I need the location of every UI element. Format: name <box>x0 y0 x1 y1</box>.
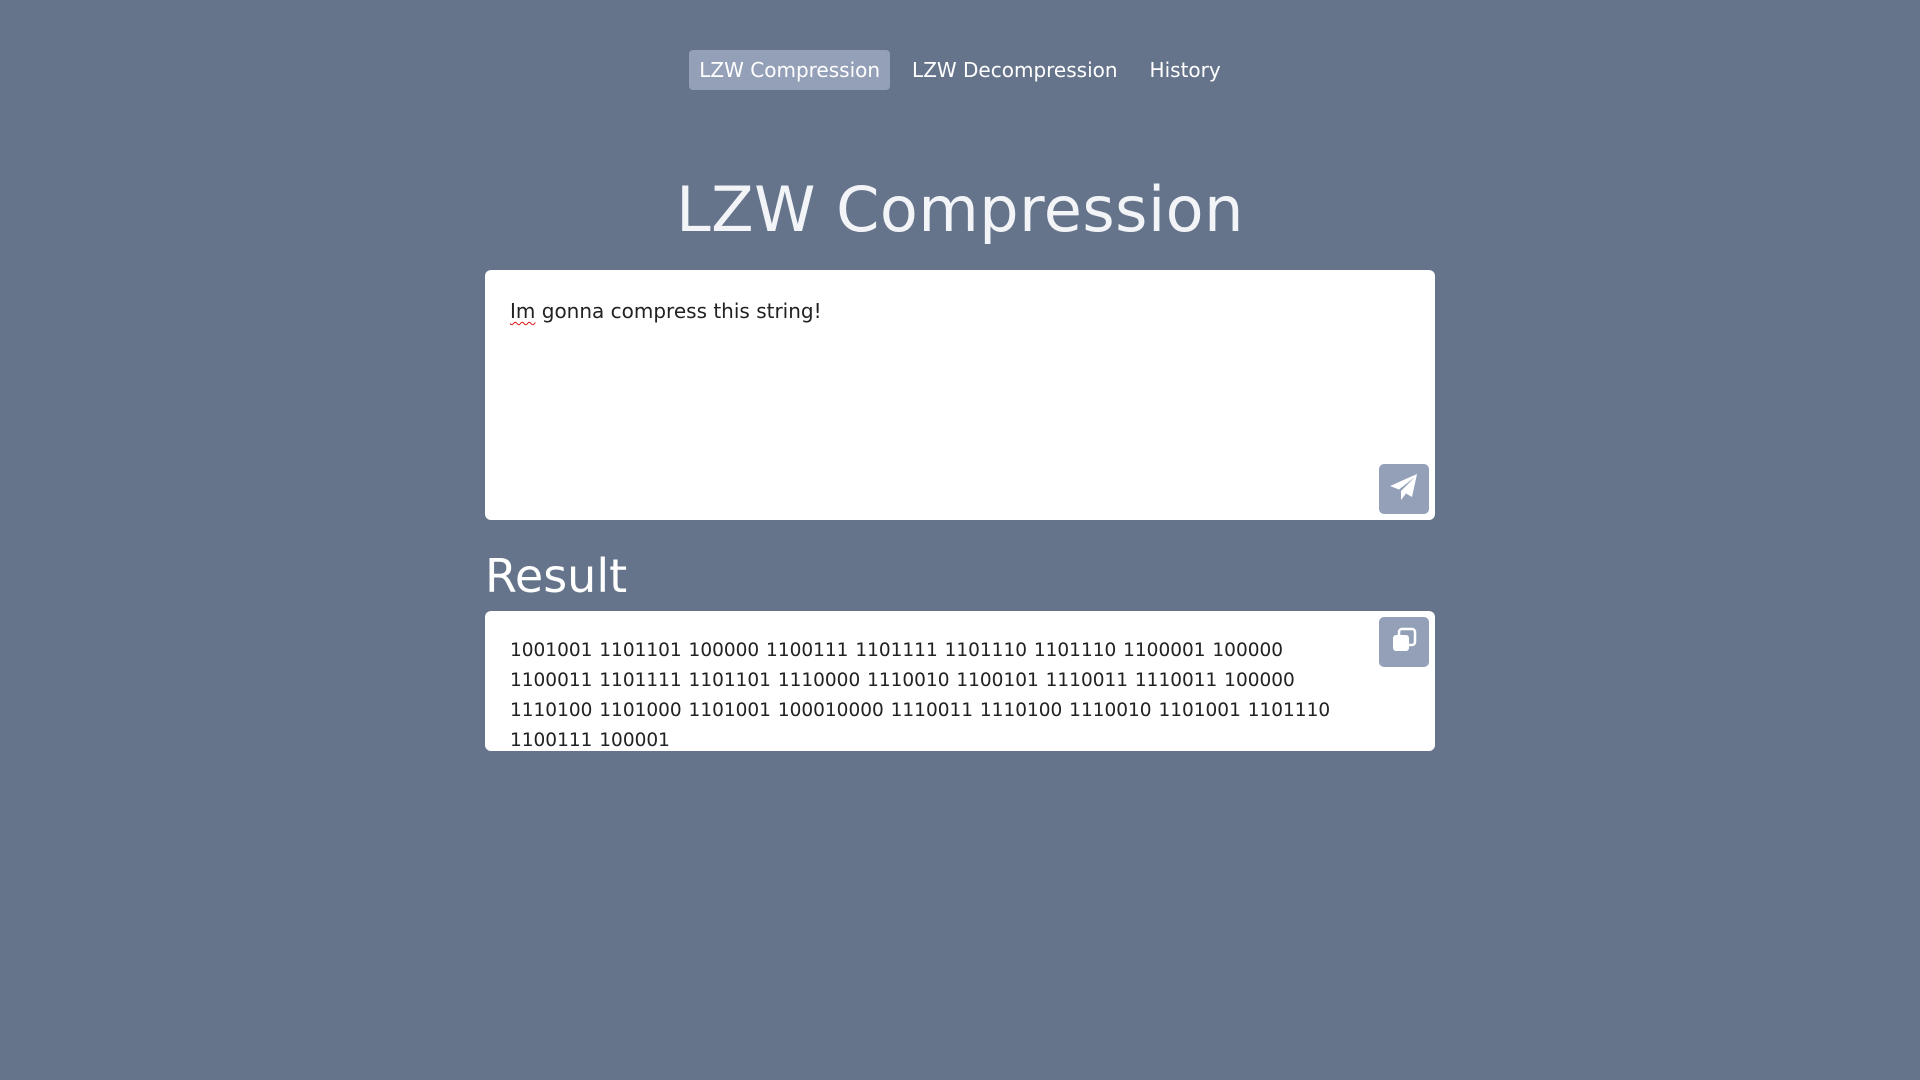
copy-icon <box>1390 626 1418 658</box>
page-title: LZW Compression <box>676 173 1244 246</box>
result-text: 1001001 1101101 100000 1100111 1101111 1… <box>510 640 1331 751</box>
misspelled-word: Im <box>510 299 536 323</box>
copy-button[interactable] <box>1379 617 1429 667</box>
nav-history[interactable]: History <box>1140 50 1231 90</box>
top-nav: LZW Compression LZW Decompression Histor… <box>0 50 1920 90</box>
nav-lzw-compression[interactable]: LZW Compression <box>689 50 891 90</box>
input-textarea[interactable]: Im gonna compress this string! <box>485 270 1435 520</box>
nav-lzw-decompression[interactable]: LZW Decompression <box>902 50 1128 90</box>
input-text[interactable]: Im gonna compress this string! <box>510 296 1365 326</box>
input-text-rest: gonna compress this string! <box>535 299 822 323</box>
send-button[interactable] <box>1379 464 1429 514</box>
paper-plane-icon <box>1388 471 1420 507</box>
result-output: 1001001 1101101 100000 1100111 1101111 1… <box>485 611 1435 751</box>
result-heading: Result <box>485 549 628 603</box>
